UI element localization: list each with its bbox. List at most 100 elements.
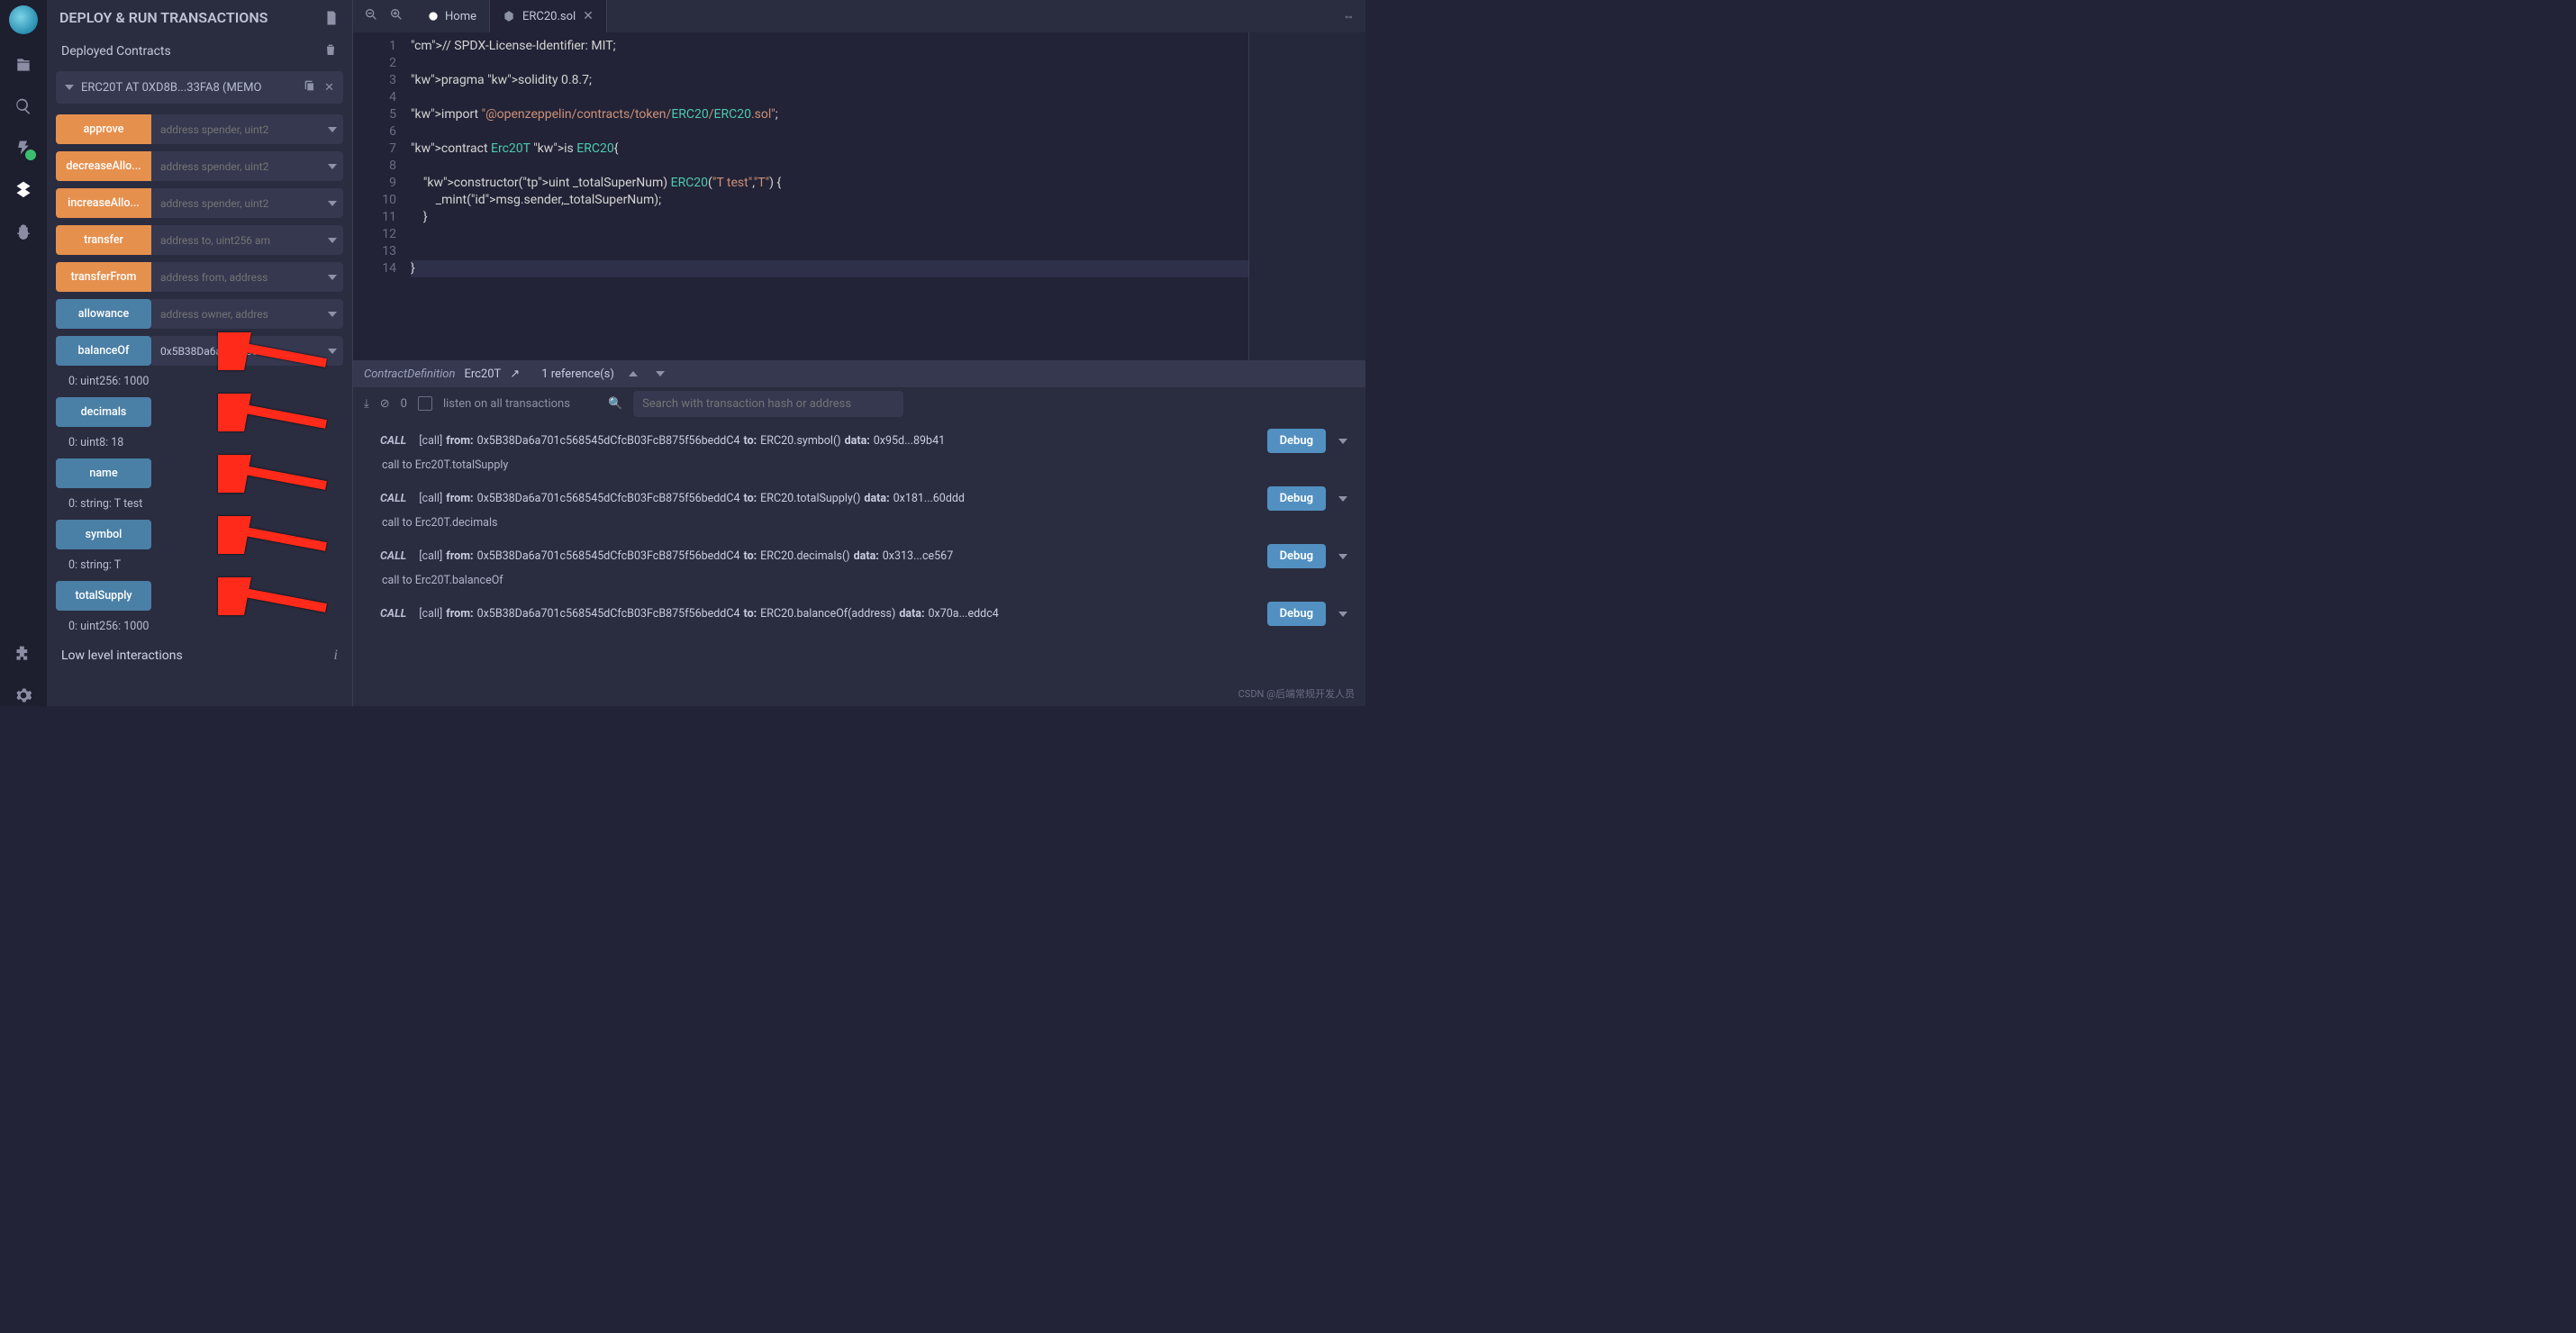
- call-bracket: [call]: [419, 492, 442, 505]
- annotation-arrow-icon: [218, 516, 335, 558]
- debug-button[interactable]: Debug: [1267, 486, 1326, 511]
- function-transferFrom-input[interactable]: [151, 262, 322, 292]
- debug-button[interactable]: Debug: [1267, 544, 1326, 568]
- log-subline: call to Erc20T.balanceOf: [380, 568, 1347, 587]
- info-icon[interactable]: i: [334, 648, 338, 664]
- function-allowance-input[interactable]: [151, 299, 322, 329]
- chevron-down-icon[interactable]: [65, 85, 74, 90]
- listen-label: listen on all transactions: [443, 397, 570, 411]
- section-label: Deployed Contracts: [61, 44, 171, 59]
- collapse-icon[interactable]: ⤓: [364, 397, 369, 411]
- docs-icon[interactable]: [323, 10, 340, 26]
- function-increaseAllo...-input[interactable]: [151, 188, 322, 218]
- function-increaseAllo-button[interactable]: increaseAllo...: [56, 188, 151, 218]
- clear-icon[interactable]: ⊘: [380, 397, 390, 411]
- low-level-label: Low level interactions: [61, 648, 183, 663]
- code-editor[interactable]: 1234567891011121314 "cm">// SPDX-License…: [353, 32, 1365, 360]
- function-balanceOf-input[interactable]: [151, 336, 322, 366]
- zoom-out-icon[interactable]: [364, 7, 378, 25]
- expand-args-icon[interactable]: [322, 188, 343, 218]
- copy-icon[interactable]: [303, 78, 317, 96]
- function-list: approve decreaseAllo... increaseAllo... tra…: [47, 107, 352, 642]
- trash-icon[interactable]: [323, 42, 338, 60]
- expand-args-icon[interactable]: [322, 336, 343, 366]
- ref-count: 1 reference(s): [541, 367, 614, 381]
- function-row: transfer: [56, 225, 343, 255]
- remix-logo-icon: [9, 5, 38, 34]
- ref-prev-icon[interactable]: [629, 371, 638, 376]
- listen-checkbox[interactable]: [418, 396, 432, 411]
- expand-args-icon[interactable]: [322, 225, 343, 255]
- file-explorer-icon[interactable]: [13, 54, 34, 76]
- function-transfer-input[interactable]: [151, 225, 322, 255]
- log-subline: call to Erc20T.totalSupply: [380, 453, 1347, 472]
- log-entry: CALL[call] from: 0x5B38Da6a701c568545dCf…: [353, 542, 1365, 600]
- call-bracket: [call]: [419, 607, 442, 621]
- function-result: 0: uint256: 1000: [56, 373, 343, 397]
- ref-next-icon[interactable]: [656, 371, 665, 376]
- debugger-bug-icon[interactable]: [13, 220, 34, 241]
- tab-file-label: ERC20.sol: [522, 10, 576, 23]
- function-decreaseAllo...-input[interactable]: [151, 151, 322, 181]
- function-row: balanceOf: [56, 336, 343, 366]
- function-symbol-button[interactable]: symbol: [56, 520, 151, 549]
- ref-goto-icon[interactable]: ↗: [510, 367, 520, 381]
- expand-args-icon[interactable]: [322, 151, 343, 181]
- function-transferFrom-button[interactable]: transferFrom: [56, 262, 151, 292]
- function-name-button[interactable]: name: [56, 458, 151, 488]
- plugin-manager-icon[interactable]: [13, 643, 34, 665]
- log-expand-icon[interactable]: [1338, 439, 1347, 444]
- ref-name: Erc20T: [464, 367, 501, 381]
- code-content[interactable]: "cm">// SPDX-License-Identifier: MIT; "k…: [407, 32, 1248, 360]
- tab-file-active[interactable]: ERC20.sol ✕: [490, 0, 607, 32]
- minimap[interactable]: [1248, 32, 1365, 360]
- debug-button[interactable]: Debug: [1267, 429, 1326, 453]
- tab-home[interactable]: Home: [414, 0, 490, 32]
- deploy-panel: DEPLOY & RUN TRANSACTIONS Deployed Contr…: [47, 0, 353, 706]
- low-level-section: Low level interactions i: [47, 642, 352, 669]
- expand-args-icon[interactable]: [322, 299, 343, 329]
- log-entry: CALL[call] from: 0x5B38Da6a701c568545dCf…: [353, 427, 1365, 485]
- function-row: symbol: [56, 520, 343, 549]
- log-expand-icon[interactable]: [1338, 554, 1347, 559]
- line-gutter: 1234567891011121314: [353, 32, 407, 360]
- function-approve-button[interactable]: approve: [56, 114, 151, 144]
- log-expand-icon[interactable]: [1338, 612, 1347, 617]
- annotation-arrow-icon: [218, 577, 335, 619]
- panel-title: DEPLOY & RUN TRANSACTIONS: [59, 9, 268, 26]
- expand-args-icon[interactable]: [322, 262, 343, 292]
- deploy-run-icon[interactable]: [13, 178, 34, 200]
- function-transfer-button[interactable]: transfer: [56, 225, 151, 255]
- log-expand-icon[interactable]: [1338, 496, 1347, 502]
- zoom-in-icon[interactable]: [389, 7, 404, 25]
- expand-args-icon[interactable]: [322, 114, 343, 144]
- search-icon[interactable]: [13, 95, 34, 117]
- function-allowance-button[interactable]: allowance: [56, 299, 151, 329]
- tab-tools: [353, 0, 414, 32]
- tab-close-icon[interactable]: ✕: [583, 9, 594, 23]
- contract-address-label: ERC20T AT 0XD8B...33FA8 (MEMO: [81, 81, 295, 95]
- function-row: decimals: [56, 397, 343, 427]
- expand-icon[interactable]: ⇔: [1343, 9, 1355, 23]
- function-approve-input[interactable]: [151, 114, 322, 144]
- search-icon[interactable]: 🔍: [608, 397, 622, 411]
- function-decimals-button[interactable]: decimals: [56, 397, 151, 427]
- compiler-icon[interactable]: [13, 137, 34, 159]
- function-decreaseAllo-button[interactable]: decreaseAllo...: [56, 151, 151, 181]
- deployed-contract-row[interactable]: ERC20T AT 0XD8B...33FA8 (MEMO ✕: [56, 71, 343, 104]
- log-entry: CALL[call] from: 0x5B38Da6a701c568545dCf…: [353, 485, 1365, 542]
- close-icon[interactable]: ✕: [324, 81, 334, 95]
- function-totalSupply-button[interactable]: totalSupply: [56, 581, 151, 611]
- function-row: approve: [56, 114, 343, 144]
- debug-button[interactable]: Debug: [1267, 602, 1326, 626]
- deployed-section: Deployed Contracts: [47, 35, 352, 68]
- settings-gear-icon[interactable]: [13, 685, 34, 706]
- function-row: increaseAllo...: [56, 188, 343, 218]
- log-entry: CALL[call] from: 0x5B38Da6a701c568545dCf…: [353, 600, 1365, 639]
- call-tag: CALL: [380, 607, 406, 621]
- function-balanceOf-button[interactable]: balanceOf: [56, 336, 151, 366]
- terminal-output[interactable]: CALL[call] from: 0x5B38Da6a701c568545dCf…: [353, 420, 1365, 706]
- main-area: Home ERC20.sol ✕ ⇔ 1234567891011121314 "…: [353, 0, 1365, 706]
- function-result: 0: uint256: 1000: [56, 618, 343, 642]
- tx-search-input[interactable]: [633, 391, 903, 417]
